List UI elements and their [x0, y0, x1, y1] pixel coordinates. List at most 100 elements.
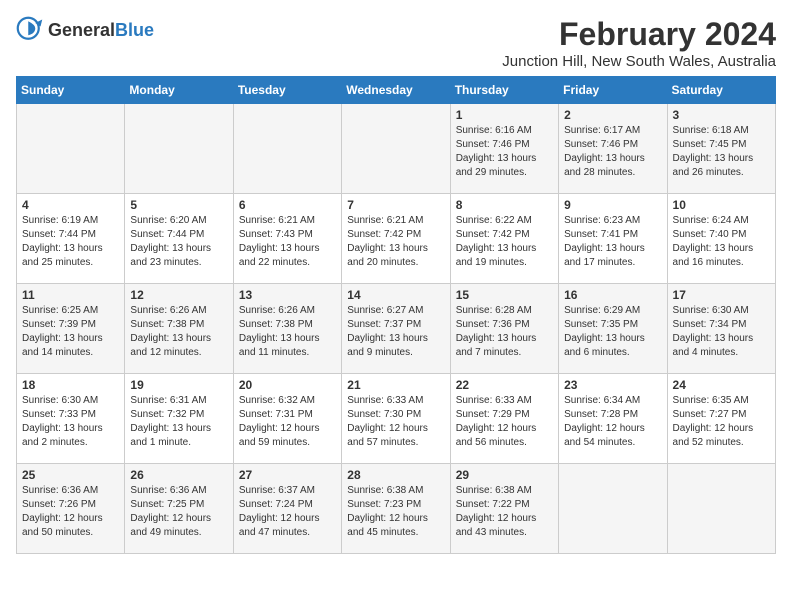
calendar-week-row: 25Sunrise: 6:36 AM Sunset: 7:26 PM Dayli… [17, 464, 776, 554]
day-number: 20 [239, 378, 336, 392]
calendar-week-row: 4 Sunrise: 6:19 AM Sunset: 7:44 PM Daylig… [17, 194, 776, 284]
day-info: Sunrise: 6:26 AM Sunset: 7:38 PM Dayligh… [239, 304, 336, 360]
day-number: 18 [22, 378, 119, 392]
day-info: Sunrise: 6:20 AM Sunset: 7:44 PM Dayligh… [130, 214, 227, 270]
calendar-cell: 19 Sunrise: 6:31 AM Sunset: 7:32 PM Dayli… [125, 374, 233, 464]
calendar-cell: 9Sunrise: 6:23 AM Sunset: 7:41 PM Daylig… [559, 194, 667, 284]
day-info: Sunrise: 6:16 AM Sunset: 7:46 PM Dayligh… [456, 124, 553, 180]
calendar-cell: 3 Sunrise: 6:18 AM Sunset: 7:45 PM Daylig… [667, 104, 775, 194]
calendar-cell: 23 Sunrise: 6:34 AM Sunset: 7:28 PM Dayli… [559, 374, 667, 464]
day-info: Sunrise: 6:21 AM Sunset: 7:43 PM Dayligh… [239, 214, 336, 270]
day-info: Sunrise: 6:33 AM Sunset: 7:29 PM Dayligh… [456, 394, 553, 450]
calendar-cell: 28Sunrise: 6:38 AM Sunset: 7:23 PM Dayli… [342, 464, 450, 554]
calendar-week-row: 11 Sunrise: 6:25 AM Sunset: 7:39 PM Dayli… [17, 284, 776, 374]
day-number: 17 [673, 288, 770, 302]
title-area: February 2024 Junction Hill, New South W… [502, 16, 776, 70]
day-number: 21 [347, 378, 444, 392]
calendar-table: SundayMondayTuesdayWednesdayThursdayFrid… [16, 76, 776, 554]
day-info: Sunrise: 6:18 AM Sunset: 7:45 PM Dayligh… [673, 124, 770, 180]
day-number: 29 [456, 468, 553, 482]
header-wednesday: Wednesday [342, 77, 450, 104]
day-info: Sunrise: 6:34 AM Sunset: 7:28 PM Dayligh… [564, 394, 661, 450]
day-number: 5 [130, 198, 227, 212]
calendar-cell: 10 Sunrise: 6:24 AM Sunset: 7:40 PM Dayli… [667, 194, 775, 284]
day-number: 10 [673, 198, 770, 212]
day-info: Sunrise: 6:25 AM Sunset: 7:39 PM Dayligh… [22, 304, 119, 360]
day-number: 11 [22, 288, 119, 302]
day-number: 1 [456, 108, 553, 122]
day-info: Sunrise: 6:29 AM Sunset: 7:35 PM Dayligh… [564, 304, 661, 360]
day-number: 24 [673, 378, 770, 392]
logo-icon [16, 16, 44, 44]
calendar-cell [559, 464, 667, 554]
calendar-cell [342, 104, 450, 194]
calendar-week-row: 18 Sunrise: 6:30 AM Sunset: 7:33 PM Dayli… [17, 374, 776, 464]
day-info: Sunrise: 6:22 AM Sunset: 7:42 PM Dayligh… [456, 214, 553, 270]
day-info: Sunrise: 6:19 AM Sunset: 7:44 PM Dayligh… [22, 214, 119, 270]
day-number: 26 [130, 468, 227, 482]
calendar-cell: 6 Sunrise: 6:21 AM Sunset: 7:43 PM Daylig… [233, 194, 341, 284]
day-info: Sunrise: 6:26 AM Sunset: 7:38 PM Dayligh… [130, 304, 227, 360]
day-info: Sunrise: 6:36 AM Sunset: 7:25 PM Dayligh… [130, 484, 227, 540]
day-info: Sunrise: 6:24 AM Sunset: 7:40 PM Dayligh… [673, 214, 770, 270]
day-number: 6 [239, 198, 336, 212]
day-info: Sunrise: 6:38 AM Sunset: 7:22 PM Dayligh… [456, 484, 553, 540]
calendar-cell: 20 Sunrise: 6:32 AM Sunset: 7:31 PM Dayli… [233, 374, 341, 464]
header: GeneralBlue February 2024 Junction Hill,… [16, 16, 776, 70]
day-number: 16 [564, 288, 661, 302]
calendar-header-row: SundayMondayTuesdayWednesdayThursdayFrid… [17, 77, 776, 104]
day-number: 13 [239, 288, 336, 302]
calendar-cell: 5 Sunrise: 6:20 AM Sunset: 7:44 PM Daylig… [125, 194, 233, 284]
logo-blue: Blue [115, 20, 154, 40]
calendar-cell: 18 Sunrise: 6:30 AM Sunset: 7:33 PM Dayli… [17, 374, 125, 464]
calendar-cell: 25Sunrise: 6:36 AM Sunset: 7:26 PM Dayli… [17, 464, 125, 554]
day-info: Sunrise: 6:27 AM Sunset: 7:37 PM Dayligh… [347, 304, 444, 360]
calendar-cell [17, 104, 125, 194]
calendar-cell: 2 Sunrise: 6:17 AM Sunset: 7:46 PM Daylig… [559, 104, 667, 194]
day-info: Sunrise: 6:33 AM Sunset: 7:30 PM Dayligh… [347, 394, 444, 450]
calendar-cell: 12 Sunrise: 6:26 AM Sunset: 7:38 PM Dayli… [125, 284, 233, 374]
calendar-cell: 21 Sunrise: 6:33 AM Sunset: 7:30 PM Dayli… [342, 374, 450, 464]
day-info: Sunrise: 6:30 AM Sunset: 7:34 PM Dayligh… [673, 304, 770, 360]
day-info: Sunrise: 6:30 AM Sunset: 7:33 PM Dayligh… [22, 394, 119, 450]
day-info: Sunrise: 6:36 AM Sunset: 7:26 PM Dayligh… [22, 484, 119, 540]
calendar-cell: 8Sunrise: 6:22 AM Sunset: 7:42 PM Daylig… [450, 194, 558, 284]
header-saturday: Saturday [667, 77, 775, 104]
logo-text: GeneralBlue [48, 20, 154, 41]
day-info: Sunrise: 6:28 AM Sunset: 7:36 PM Dayligh… [456, 304, 553, 360]
day-info: Sunrise: 6:17 AM Sunset: 7:46 PM Dayligh… [564, 124, 661, 180]
logo-general: General [48, 20, 115, 40]
header-friday: Friday [559, 77, 667, 104]
day-number: 19 [130, 378, 227, 392]
calendar-cell: 4 Sunrise: 6:19 AM Sunset: 7:44 PM Daylig… [17, 194, 125, 284]
day-number: 15 [456, 288, 553, 302]
calendar-week-row: 1 Sunrise: 6:16 AM Sunset: 7:46 PM Daylig… [17, 104, 776, 194]
day-number: 9 [564, 198, 661, 212]
day-number: 23 [564, 378, 661, 392]
header-sunday: Sunday [17, 77, 125, 104]
day-number: 14 [347, 288, 444, 302]
day-number: 7 [347, 198, 444, 212]
day-info: Sunrise: 6:32 AM Sunset: 7:31 PM Dayligh… [239, 394, 336, 450]
calendar-cell: 24Sunrise: 6:35 AM Sunset: 7:27 PM Dayli… [667, 374, 775, 464]
calendar-cell: 16 Sunrise: 6:29 AM Sunset: 7:35 PM Dayli… [559, 284, 667, 374]
header-tuesday: Tuesday [233, 77, 341, 104]
calendar-cell [125, 104, 233, 194]
calendar-cell: 27Sunrise: 6:37 AM Sunset: 7:24 PM Dayli… [233, 464, 341, 554]
day-number: 2 [564, 108, 661, 122]
calendar-cell: 26 Sunrise: 6:36 AM Sunset: 7:25 PM Dayli… [125, 464, 233, 554]
day-info: Sunrise: 6:31 AM Sunset: 7:32 PM Dayligh… [130, 394, 227, 450]
subtitle: Junction Hill, New South Wales, Australi… [502, 53, 776, 70]
calendar-cell: 1 Sunrise: 6:16 AM Sunset: 7:46 PM Daylig… [450, 104, 558, 194]
calendar-cell: 7 Sunrise: 6:21 AM Sunset: 7:42 PM Daylig… [342, 194, 450, 284]
calendar-cell: 13 Sunrise: 6:26 AM Sunset: 7:38 PM Dayli… [233, 284, 341, 374]
day-number: 22 [456, 378, 553, 392]
day-info: Sunrise: 6:21 AM Sunset: 7:42 PM Dayligh… [347, 214, 444, 270]
calendar-cell: 17 Sunrise: 6:30 AM Sunset: 7:34 PM Dayli… [667, 284, 775, 374]
day-number: 27 [239, 468, 336, 482]
calendar-cell [667, 464, 775, 554]
day-number: 12 [130, 288, 227, 302]
calendar-cell: 11 Sunrise: 6:25 AM Sunset: 7:39 PM Dayli… [17, 284, 125, 374]
day-number: 4 [22, 198, 119, 212]
day-number: 3 [673, 108, 770, 122]
